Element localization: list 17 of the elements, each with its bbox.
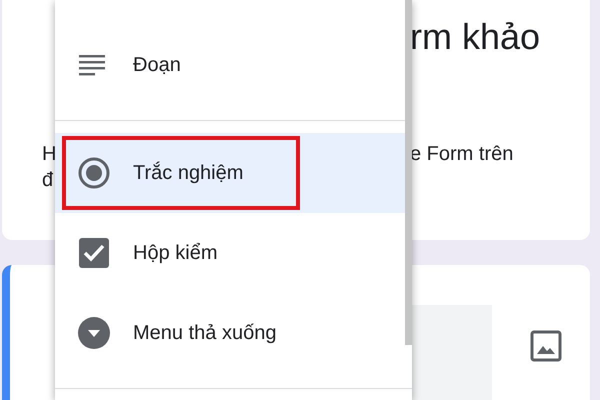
form-title-fragment: rm khảo xyxy=(410,15,542,59)
form-description-fragment: H xyxy=(42,142,56,167)
menu-item[interactable]: Trắc nghiệm xyxy=(55,133,405,213)
checkbox-icon xyxy=(77,236,111,270)
image-icon[interactable] xyxy=(530,330,562,362)
menu-item-label: Hộp kiểm xyxy=(133,242,218,264)
menu-item[interactable]: Đoạn xyxy=(55,25,405,105)
question-field[interactable] xyxy=(410,305,492,400)
scrollbar[interactable] xyxy=(405,0,412,345)
menu-item-label: Trắc nghiệm xyxy=(133,162,244,184)
radio-button-icon xyxy=(77,156,111,190)
menu-item[interactable]: Menu thả xuống xyxy=(55,293,405,373)
form-description-fragment: đ xyxy=(42,168,54,193)
menu-item[interactable]: Hộp kiểm xyxy=(55,213,405,293)
dropdown-circle-icon xyxy=(77,316,111,350)
menu-item-label: Đoạn xyxy=(133,54,181,76)
menu-item-label: Menu thả xuống xyxy=(133,322,276,344)
